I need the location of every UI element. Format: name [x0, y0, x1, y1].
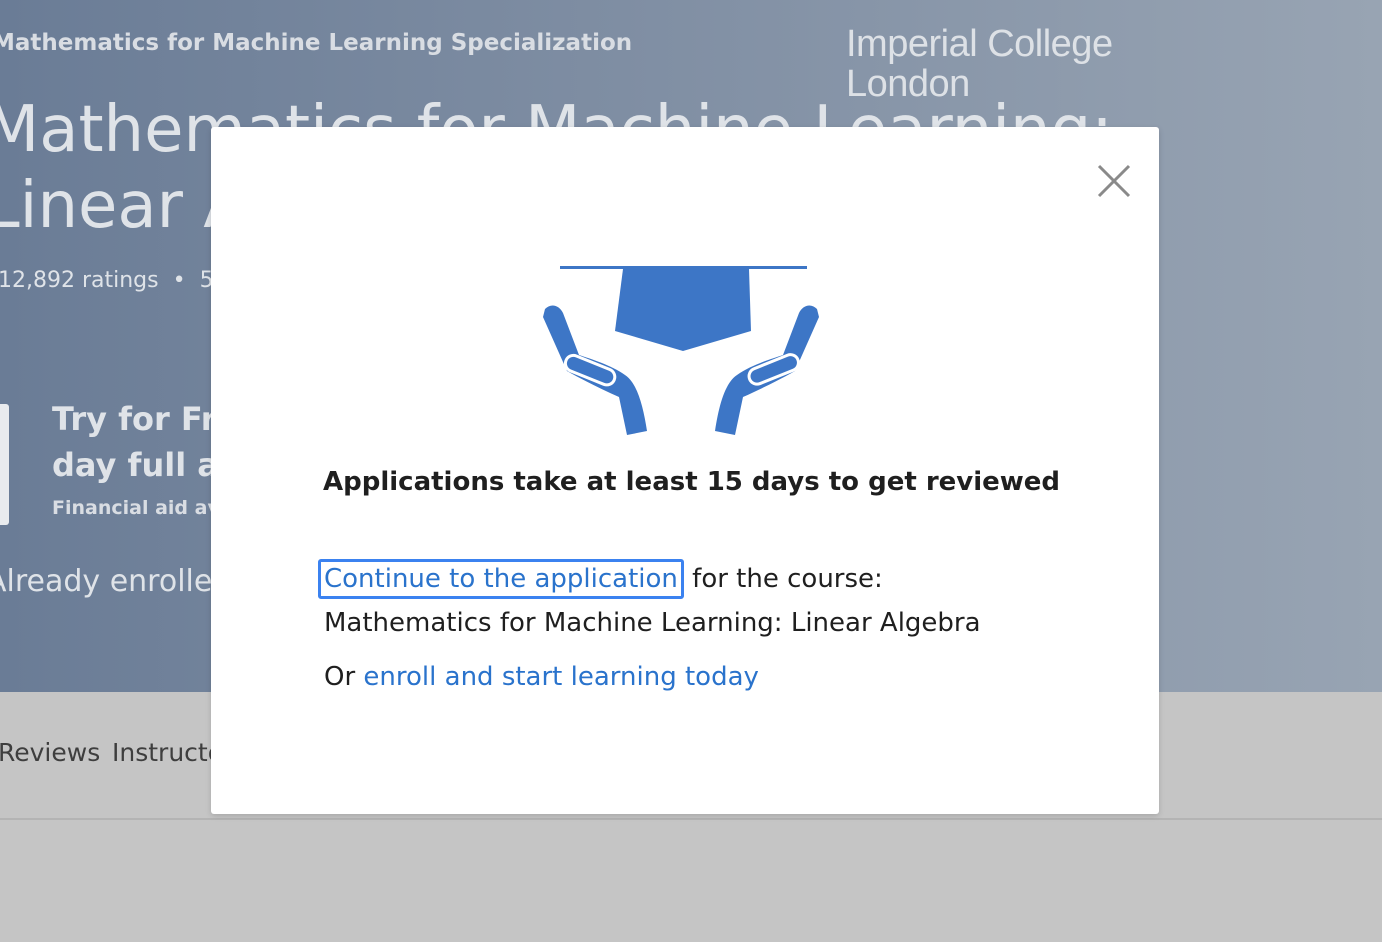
specialization-link[interactable]: Mathematics for Machine Learning Special… — [0, 30, 632, 56]
enroll-button[interactable] — [0, 404, 9, 525]
financial-aid-modal: Applications take at least 15 days to ge… — [211, 127, 1159, 814]
or-text: Or — [324, 662, 356, 692]
modal-heading: Applications take at least 15 days to ge… — [323, 467, 1061, 497]
partner-logo-line1: Imperial College — [846, 23, 1113, 65]
continue-application-link[interactable]: Continue to the application — [318, 559, 684, 599]
continue-line: Continue to the application for the cour… — [318, 559, 883, 599]
close-button[interactable] — [1093, 160, 1135, 202]
enroll-start-learning-link[interactable]: enroll and start learning today — [363, 662, 758, 692]
ratings-separator: • — [172, 268, 186, 293]
enroll-line: Or enroll and start learning today — [324, 662, 759, 692]
enrolled-text: Already enrolled! — [0, 564, 244, 599]
ratings-count: 12,892 ratings — [0, 268, 159, 293]
partner-logo[interactable]: Imperial College London — [846, 24, 1113, 104]
page: Mathematics for Machine Learning Special… — [0, 0, 1382, 942]
partner-logo-line2: London — [846, 63, 970, 105]
tab-reviews[interactable]: Reviews — [0, 738, 100, 767]
continue-suffix: for the course: — [692, 564, 883, 594]
close-icon — [1097, 164, 1131, 198]
graduation-cap-hands-icon — [543, 266, 819, 435]
course-name: Mathematics for Machine Learning: Linear… — [324, 608, 981, 638]
ratings-summary: 12,892 ratings • 51 — [0, 268, 228, 293]
